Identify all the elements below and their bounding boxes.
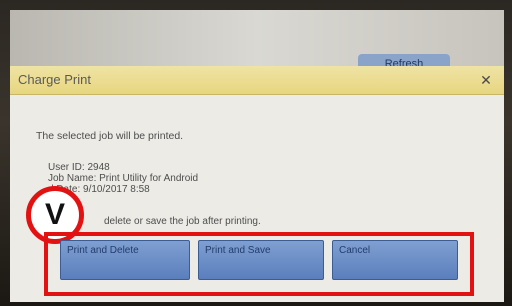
print-and-delete-button[interactable]: Print and Delete: [60, 240, 190, 280]
dialog-message: The selected job will be printed.: [36, 130, 184, 142]
close-icon[interactable]: ✕: [476, 70, 496, 90]
dialog-title: Charge Print: [18, 72, 91, 87]
user-id: User ID: 2948: [48, 162, 110, 173]
top-bar: Refresh: [10, 10, 504, 74]
instruction-text: delete or save the job after printing.: [104, 216, 261, 227]
print-and-save-button[interactable]: Print and Save: [198, 240, 324, 280]
cancel-button[interactable]: Cancel: [332, 240, 458, 280]
job-name: Job Name: Print Utility for Android: [48, 173, 199, 184]
dialog-header: Charge Print ✕: [10, 66, 504, 95]
